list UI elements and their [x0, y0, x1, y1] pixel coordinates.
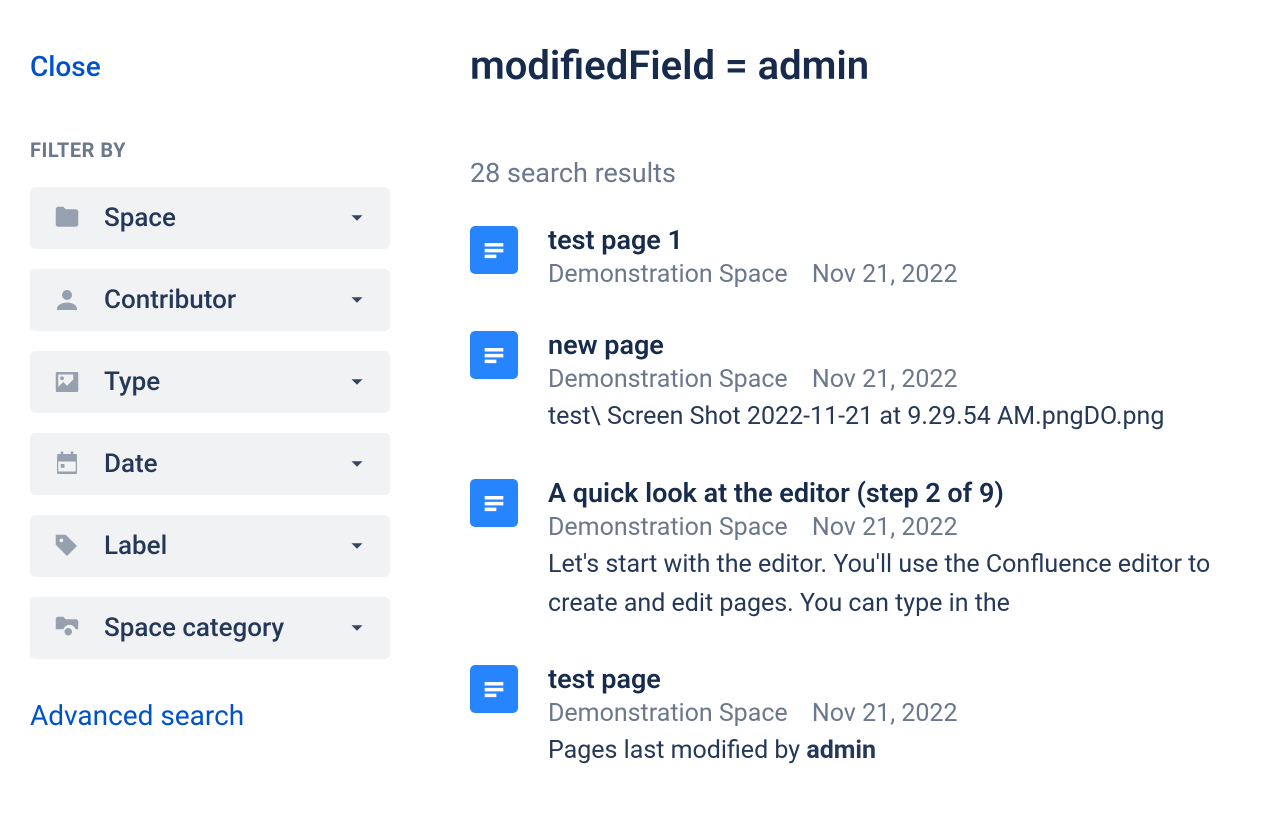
filter-contributor[interactable]: Contributor [30, 269, 390, 331]
tag-icon [52, 531, 82, 561]
result-list: test page 1 Demonstration Space Nov 21, … [470, 224, 1256, 771]
filter-sidebar: Close FILTER BY Space Contributor Type D… [0, 0, 420, 838]
filter-space[interactable]: Space [30, 187, 390, 249]
page-icon [470, 226, 518, 274]
result-title: new page [548, 329, 1256, 361]
result-title: test page 1 [548, 224, 1256, 256]
filter-list: Space Contributor Type Date Label Space … [30, 187, 390, 659]
result-body: test page Demonstration Space Nov 21, 20… [548, 663, 1256, 771]
result-count: 28 search results [470, 157, 1256, 189]
result-body: A quick look at the editor (step 2 of 9)… [548, 477, 1256, 624]
folder-icon [52, 203, 82, 233]
image-icon [52, 367, 82, 397]
result-meta: Demonstration Space Nov 21, 2022 [548, 513, 1256, 542]
filter-heading: FILTER BY [30, 138, 390, 162]
result-space: Demonstration Space [548, 699, 788, 728]
filter-type[interactable]: Type [30, 351, 390, 413]
result-item[interactable]: new page Demonstration Space Nov 21, 202… [470, 329, 1256, 437]
filter-label: Type [104, 367, 346, 397]
result-body: test page 1 Demonstration Space Nov 21, … [548, 224, 1256, 289]
result-date: Nov 21, 2022 [812, 365, 958, 394]
result-title: test page [548, 663, 1256, 695]
filter-label: Contributor [104, 285, 346, 315]
filter-date[interactable]: Date [30, 433, 390, 495]
filter-label[interactable]: Label [30, 515, 390, 577]
folder-cog-icon [52, 613, 82, 643]
result-title: A quick look at the editor (step 2 of 9) [548, 477, 1256, 509]
chevron-down-icon [346, 453, 368, 475]
result-item[interactable]: A quick look at the editor (step 2 of 9)… [470, 477, 1256, 624]
page-icon [470, 331, 518, 379]
result-space: Demonstration Space [548, 365, 788, 394]
page-icon [470, 665, 518, 713]
result-item[interactable]: test page Demonstration Space Nov 21, 20… [470, 663, 1256, 771]
page-icon [470, 479, 518, 527]
chevron-down-icon [346, 371, 368, 393]
result-item[interactable]: test page 1 Demonstration Space Nov 21, … [470, 224, 1256, 289]
result-snippet: test\ Screen Shot 2022-11-21 at 9.29.54 … [548, 398, 1256, 437]
person-icon [52, 285, 82, 315]
close-link[interactable]: Close [30, 50, 101, 83]
search-results-panel: modifiedField = admin 28 search results … [420, 0, 1286, 838]
result-snippet: Let's start with the editor. You'll use … [548, 546, 1256, 624]
result-space: Demonstration Space [548, 513, 788, 542]
filter-label: Space category [104, 613, 346, 643]
result-space: Demonstration Space [548, 260, 788, 289]
filter-label: Date [104, 449, 346, 479]
chevron-down-icon [346, 617, 368, 639]
result-date: Nov 21, 2022 [812, 260, 958, 289]
result-meta: Demonstration Space Nov 21, 2022 [548, 699, 1256, 728]
filter-space-category[interactable]: Space category [30, 597, 390, 659]
filter-label: Label [104, 531, 346, 561]
calendar-icon [52, 449, 82, 479]
result-meta: Demonstration Space Nov 21, 2022 [548, 365, 1256, 394]
result-date: Nov 21, 2022 [812, 513, 958, 542]
result-body: new page Demonstration Space Nov 21, 202… [548, 329, 1256, 437]
chevron-down-icon [346, 535, 368, 557]
advanced-search-link[interactable]: Advanced search [30, 699, 244, 732]
search-query-title: modifiedField = admin [470, 42, 1256, 89]
result-snippet: Pages last modified by admin [548, 732, 1256, 771]
filter-label: Space [104, 203, 346, 233]
result-date: Nov 21, 2022 [812, 699, 958, 728]
chevron-down-icon [346, 207, 368, 229]
result-meta: Demonstration Space Nov 21, 2022 [548, 260, 1256, 289]
chevron-down-icon [346, 289, 368, 311]
